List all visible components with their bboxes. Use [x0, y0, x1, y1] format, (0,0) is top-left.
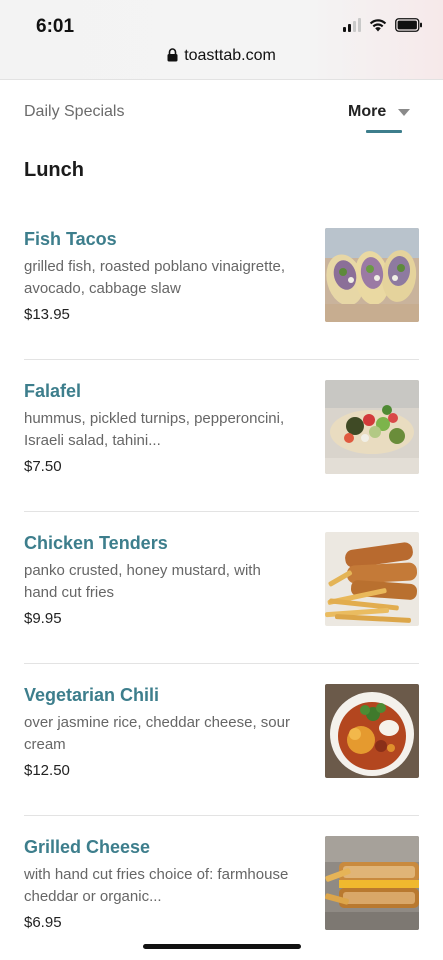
clock-time: 6:01	[36, 16, 75, 37]
falafel-photo[interactable]	[325, 380, 419, 474]
menu-item-name: Vegetarian Chili	[24, 685, 160, 705]
menu-item[interactable]: Grilled Cheese with hand cut fries choic…	[24, 816, 419, 960]
menu-item[interactable]: Falafel hummus, pickled turnips, peppero…	[24, 360, 419, 512]
url-text: toasttab.com	[184, 47, 276, 64]
menu-item[interactable]: Chicken Tenders panko crusted, honey mus…	[24, 512, 419, 664]
status-icons	[343, 18, 423, 32]
menu-group-tabs: Daily Specials More	[0, 80, 443, 142]
more-label: More	[348, 103, 387, 120]
tab-daily-specials[interactable]: Daily Specials	[24, 103, 124, 121]
browser-status-bar: 6:01 toasttab.com	[0, 0, 443, 80]
menu-item-text: Grilled Cheese with hand cut fries choic…	[24, 836, 294, 931]
menu-item-description: hummus, pickled turnips, pepperoncini, I…	[24, 410, 285, 449]
menu-item-price: $13.95	[24, 306, 70, 323]
section-title: Lunch	[24, 159, 84, 181]
menu-item-text: Falafel hummus, pickled turnips, peppero…	[24, 380, 294, 475]
wifi-icon	[369, 18, 387, 32]
battery-icon	[395, 18, 423, 32]
active-tab-indicator	[366, 130, 402, 133]
lock-icon	[167, 48, 178, 67]
menu-item[interactable]: Vegetarian Chili over jasmine rice, ched…	[24, 664, 419, 816]
menu-item-text: Vegetarian Chili over jasmine rice, ched…	[24, 684, 294, 779]
home-indicator[interactable]	[143, 944, 301, 949]
menu-item-text: Fish Tacos grilled fish, roasted poblano…	[24, 228, 294, 323]
caret-down-icon	[398, 109, 411, 116]
chicken-tenders-photo[interactable]	[325, 532, 419, 626]
menu-item-text: Chicken Tenders panko crusted, honey mus…	[24, 532, 294, 627]
menu-item[interactable]: Fish Tacos grilled fish, roasted poblano…	[24, 208, 419, 360]
more-dropdown-button[interactable]: More	[348, 103, 411, 121]
menu-item-description: over jasmine rice, cheddar cheese, sour …	[24, 714, 290, 753]
menu-item-price: $7.50	[24, 458, 62, 475]
menu-item-price: $9.95	[24, 610, 62, 627]
menu-item-list: Fish Tacos grilled fish, roasted poblano…	[0, 208, 443, 960]
menu-item-name: Fish Tacos	[24, 229, 117, 249]
menu-item-description: panko crusted, honey mustard, with hand …	[24, 562, 261, 601]
menu-item-price: $12.50	[24, 762, 70, 779]
vegetarian-chili-photo[interactable]	[325, 684, 419, 778]
menu-item-description: grilled fish, roasted poblano vinaigrett…	[24, 258, 285, 297]
cellular-signal-icon	[343, 18, 361, 32]
menu-item-price: $6.95	[24, 914, 62, 931]
menu-item-name: Grilled Cheese	[24, 837, 151, 857]
menu-item-name: Falafel	[24, 381, 82, 401]
menu-item-description: with hand cut fries choice of: farmhouse…	[24, 866, 289, 905]
fish-tacos-photo[interactable]	[325, 228, 419, 322]
menu-item-name: Chicken Tenders	[24, 533, 168, 553]
address-bar[interactable]: toasttab.com	[0, 47, 443, 67]
grilled-cheese-photo[interactable]	[325, 836, 419, 930]
